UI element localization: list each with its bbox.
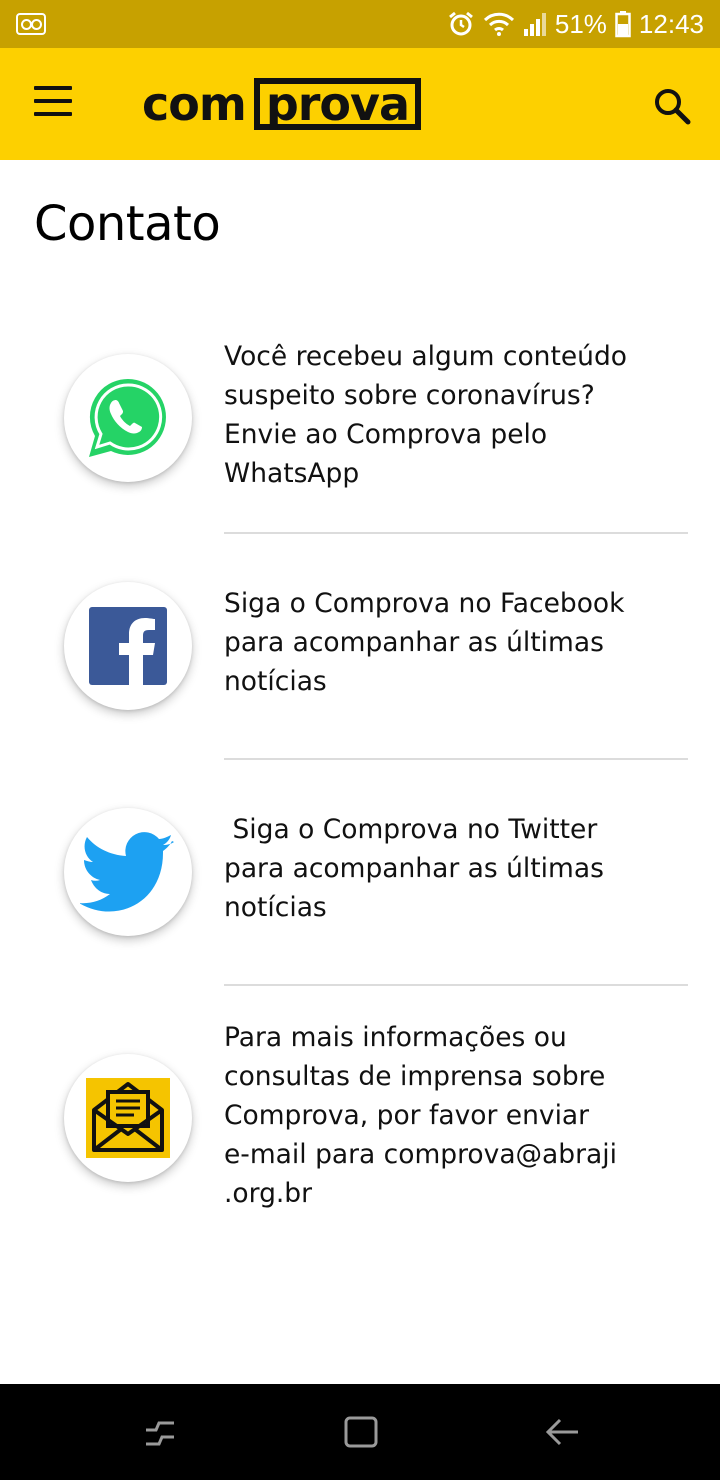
home-icon[interactable] [338, 1410, 382, 1454]
email-text: Para mais informações ou consultas de im… [224, 1022, 617, 1209]
divider [224, 758, 688, 760]
recent-apps-icon[interactable] [138, 1410, 182, 1454]
twitter-icon[interactable] [64, 808, 192, 936]
contact-item-twitter[interactable]: Siga o Comprova no Twitter para acompanh… [0, 794, 720, 986]
navigation-bar [0, 1384, 720, 1480]
signal-icon [523, 11, 547, 37]
voicemail-icon [16, 13, 46, 35]
contact-item-email[interactable]: Para mais informações ou consultas de im… [0, 1020, 720, 1230]
logo-text-com: com [142, 77, 247, 131]
clock: 12:43 [638, 8, 704, 39]
app-bar: com prova [0, 48, 720, 160]
email-icon[interactable] [64, 1054, 192, 1182]
contact-item-facebook[interactable]: Siga o Comprova no Facebook para acompan… [0, 568, 720, 760]
page-title: Contato [34, 196, 221, 252]
logo-text-prova: prova [265, 77, 410, 131]
facebook-text: Siga o Comprova no Facebook para acompan… [224, 588, 625, 697]
contact-item-whatsapp[interactable]: Você recebeu algum conteúdo suspeito sob… [0, 320, 720, 534]
status-bar: 51% 12:43 [0, 0, 720, 48]
hamburger-menu-icon[interactable] [34, 86, 78, 122]
battery-percentage: 51% [554, 8, 607, 39]
facebook-icon[interactable] [64, 582, 192, 710]
battery-icon [615, 10, 631, 38]
twitter-text: Siga o Comprova no Twitter para acompanh… [224, 814, 604, 923]
whatsapp-icon[interactable] [64, 354, 192, 482]
divider [224, 532, 688, 534]
back-icon[interactable] [540, 1410, 584, 1454]
whatsapp-text: Você recebeu algum conteúdo suspeito sob… [224, 341, 627, 489]
search-icon[interactable] [652, 86, 692, 126]
wifi-icon [483, 11, 515, 37]
alarm-icon [447, 10, 475, 38]
logo-box: prova [253, 77, 422, 131]
divider [224, 984, 688, 986]
comprova-logo[interactable]: com prova [142, 72, 422, 136]
